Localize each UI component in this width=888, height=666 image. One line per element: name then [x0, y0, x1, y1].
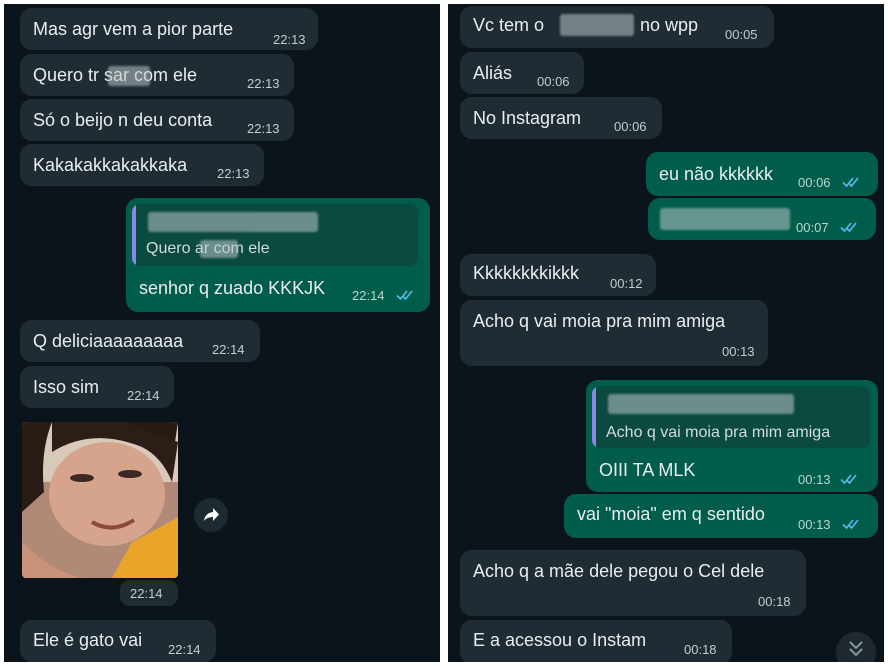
- message-time: 22:14: [127, 388, 160, 403]
- message-bubble[interactable]: Q deliciaaaaaaaaa 22:14: [20, 320, 260, 362]
- message-text: Acho q vai moia pra mim amiga: [473, 311, 726, 331]
- reply-quote[interactable]: Acho q vai moia pra mim amiga: [592, 386, 870, 448]
- chevron-double-down-icon: [849, 641, 863, 657]
- message-text: senhor q zuado KKKJK: [139, 278, 326, 298]
- redacted-blur: [148, 212, 318, 232]
- double-check-icon: [842, 177, 859, 188]
- message-text: eu não kkkkkk: [659, 164, 774, 184]
- message-bubble-outgoing[interactable]: eu não kkkkkk 00:06: [646, 152, 878, 196]
- message-time: 00:18: [684, 642, 717, 657]
- message-time: 22:13: [247, 76, 280, 91]
- chat-panel-right: Vc tem o no wpp 00:05 Aliás 00:06 No Ins…: [448, 4, 884, 662]
- portrait-image: [22, 422, 178, 578]
- message-bubble[interactable]: Vc tem o no wpp 00:05: [460, 6, 774, 48]
- chat-panel-left: Mas agr vem a pior parte 22:13 Quero tr …: [4, 4, 440, 662]
- message-bubble[interactable]: Ele é gato vai 22:14: [20, 620, 216, 662]
- message-bubble[interactable]: Aliás 00:06: [460, 52, 584, 94]
- double-check-icon: [840, 474, 857, 485]
- message-text: No Instagram: [473, 108, 582, 128]
- message-time: 22:14: [212, 342, 245, 357]
- message-text: vai "moia" em q sentido: [577, 504, 765, 524]
- message-bubble[interactable]: Mas agr vem a pior parte 22:13: [20, 8, 318, 50]
- message-text: Acho q a mãe dele pegou o Cel dele: [473, 561, 765, 581]
- reply-quote[interactable]: Quero ar com ele: [132, 204, 418, 266]
- message-bubble-outgoing[interactable]: vai "moia" em q sentido 00:13: [564, 494, 878, 538]
- message-time: 22:13: [217, 166, 250, 181]
- redacted-blur: [660, 208, 790, 230]
- message-time: 00:13: [722, 344, 755, 359]
- message-time: 00:13: [798, 472, 831, 487]
- message-time: 22:14: [168, 642, 201, 657]
- message-bubble[interactable]: Só o beijo n deu conta 22:13: [20, 99, 294, 141]
- message-text: OIII TA MLK: [599, 460, 696, 480]
- message-bubble[interactable]: Kakakakkakakkaka 22:13: [20, 144, 264, 186]
- sticker-image[interactable]: [22, 422, 178, 578]
- message-time: 00:06: [537, 74, 570, 89]
- message-time: 22:14: [352, 288, 385, 303]
- message-text: E a acessou o Instam: [473, 630, 647, 650]
- message-bubble[interactable]: E a acessou o Instam 00:18: [460, 620, 732, 662]
- message-text: Só o beijo n deu conta: [33, 110, 213, 130]
- double-check-icon: [840, 222, 857, 233]
- message-bubble-outgoing[interactable]: Acho q vai moia pra mim amiga OIII TA ML…: [586, 380, 878, 492]
- message-text: Isso sim: [33, 377, 100, 397]
- message-text: Q deliciaaaaaaaaa: [33, 331, 184, 351]
- message-time: 22:14: [130, 586, 163, 601]
- message-time: 00:12: [610, 276, 643, 291]
- message-bubble[interactable]: Kkkkkkkkikkk 00:12: [460, 254, 656, 296]
- redacted-blur: [200, 240, 238, 258]
- message-time: 00:13: [798, 517, 831, 532]
- image-time-chip: 22:14: [120, 580, 178, 606]
- double-check-icon: [842, 519, 859, 530]
- message-time: 00:18: [758, 594, 791, 609]
- message-bubble[interactable]: Quero tr sar com ele 22:13: [20, 54, 294, 96]
- message-time: 00:05: [725, 27, 758, 42]
- message-text: Ele é gato vai: [33, 630, 143, 650]
- message-bubble-outgoing[interactable]: Quero ar com ele senhor q zuado KKKJK 22…: [126, 198, 430, 312]
- message-text: no wpp: [640, 15, 699, 35]
- quote-text: Acho q vai moia pra mim amiga: [606, 424, 831, 441]
- forward-button[interactable]: [194, 498, 228, 532]
- forward-arrow-icon: [204, 508, 219, 521]
- quote-bar: [592, 386, 596, 448]
- redacted-blur: [608, 394, 794, 414]
- message-text: Aliás: [473, 63, 513, 83]
- redacted-blur: [560, 14, 634, 36]
- message-bubble[interactable]: Acho q vai moia pra mim amiga 00:13: [460, 300, 768, 366]
- message-time: 22:13: [273, 32, 306, 47]
- message-text: Vc tem o: [473, 15, 545, 35]
- message-bubble-outgoing[interactable]: 00:07: [648, 198, 876, 240]
- message-time: 00:06: [798, 175, 831, 190]
- quote-bar: [132, 204, 136, 266]
- message-text: Kkkkkkkkikkk: [473, 263, 580, 283]
- message-bubble[interactable]: No Instagram 00:06: [460, 97, 662, 139]
- double-check-icon: [396, 290, 413, 301]
- message-text: Kakakakkakakkaka: [33, 155, 188, 175]
- message-time: 22:13: [247, 121, 280, 136]
- message-bubble[interactable]: Acho q a mãe dele pegou o Cel dele 00:18: [460, 550, 806, 616]
- scroll-to-bottom-button[interactable]: [836, 632, 876, 662]
- message-time: 00:06: [614, 119, 647, 134]
- message-text: Mas agr vem a pior parte: [33, 19, 234, 39]
- redacted-blur: [108, 66, 150, 86]
- message-bubble[interactable]: Isso sim 22:14: [20, 366, 174, 408]
- message-time: 00:07: [796, 220, 829, 235]
